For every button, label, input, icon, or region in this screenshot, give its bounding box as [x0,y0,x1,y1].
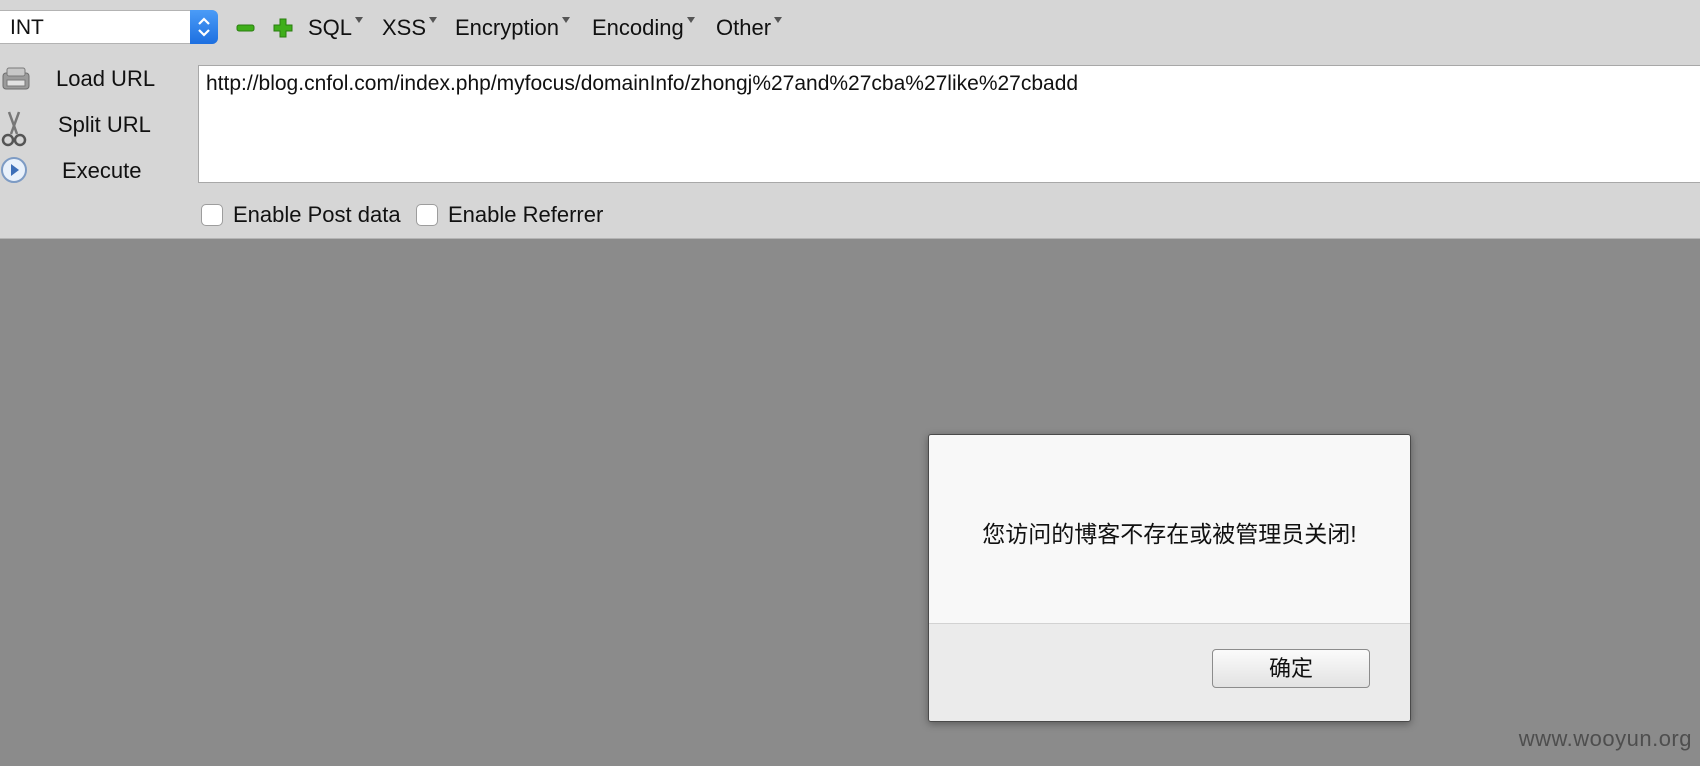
minus-icon[interactable] [235,17,257,39]
alert-footer: 确定 [929,623,1410,721]
select-arrows-icon [190,10,218,44]
execute-label: Execute [62,158,142,183]
caret-down-icon [429,17,438,23]
caret-down-icon [774,17,783,23]
injection-type-select[interactable]: INT [0,10,218,44]
load-url-label: Load URL [56,66,156,91]
xss-menu[interactable]: XSS [382,15,438,41]
xss-menu-label: XSS [382,15,427,40]
post-data-label: Enable Post data [233,202,401,227]
scissors-icon [0,110,28,153]
caret-down-icon [355,17,364,23]
caret-down-icon [686,17,695,23]
injection-type-value: INT [10,16,44,39]
sql-menu[interactable]: SQL [308,15,364,41]
caret-down-icon [561,17,570,23]
referrer-checkbox-box[interactable] [416,204,438,226]
encoding-menu[interactable]: Encoding [592,15,695,41]
alert-message: 您访问的博客不存在或被管理员关闭! [982,521,1357,547]
enable-post-data-checkbox[interactable]: Enable Post data [201,201,401,229]
watermark: www.wooyun.org [1518,726,1692,751]
encryption-menu[interactable]: Encryption [455,15,570,41]
referrer-label: Enable Referrer [448,202,604,227]
enable-referrer-checkbox[interactable]: Enable Referrer [416,201,603,229]
alert-dialog: 您访问的博客不存在或被管理员关闭! 确定 [928,434,1411,722]
execute-button[interactable]: Execute [0,152,190,192]
url-input[interactable]: http://blog.cnfol.com/index.php/myfocus/… [198,65,1700,183]
other-menu-label: Other [716,15,772,40]
sql-menu-label: SQL [308,15,353,40]
plus-icon[interactable] [272,17,294,39]
play-icon [0,156,30,191]
hackbar-toolbar: INT SQL XSS Encryption Encoding Other Lo… [0,0,1700,239]
load-url-button[interactable]: Load URL [0,60,190,100]
encoding-menu-label: Encoding [592,15,684,40]
load-icon [0,64,32,101]
split-url-label: Split URL [58,112,151,137]
other-menu[interactable]: Other [716,15,783,41]
ok-button[interactable]: 确定 [1212,649,1370,688]
post-data-checkbox-box[interactable] [201,204,223,226]
page-content [0,239,1700,766]
encryption-menu-label: Encryption [455,15,559,40]
split-url-button[interactable]: Split URL [0,106,190,147]
